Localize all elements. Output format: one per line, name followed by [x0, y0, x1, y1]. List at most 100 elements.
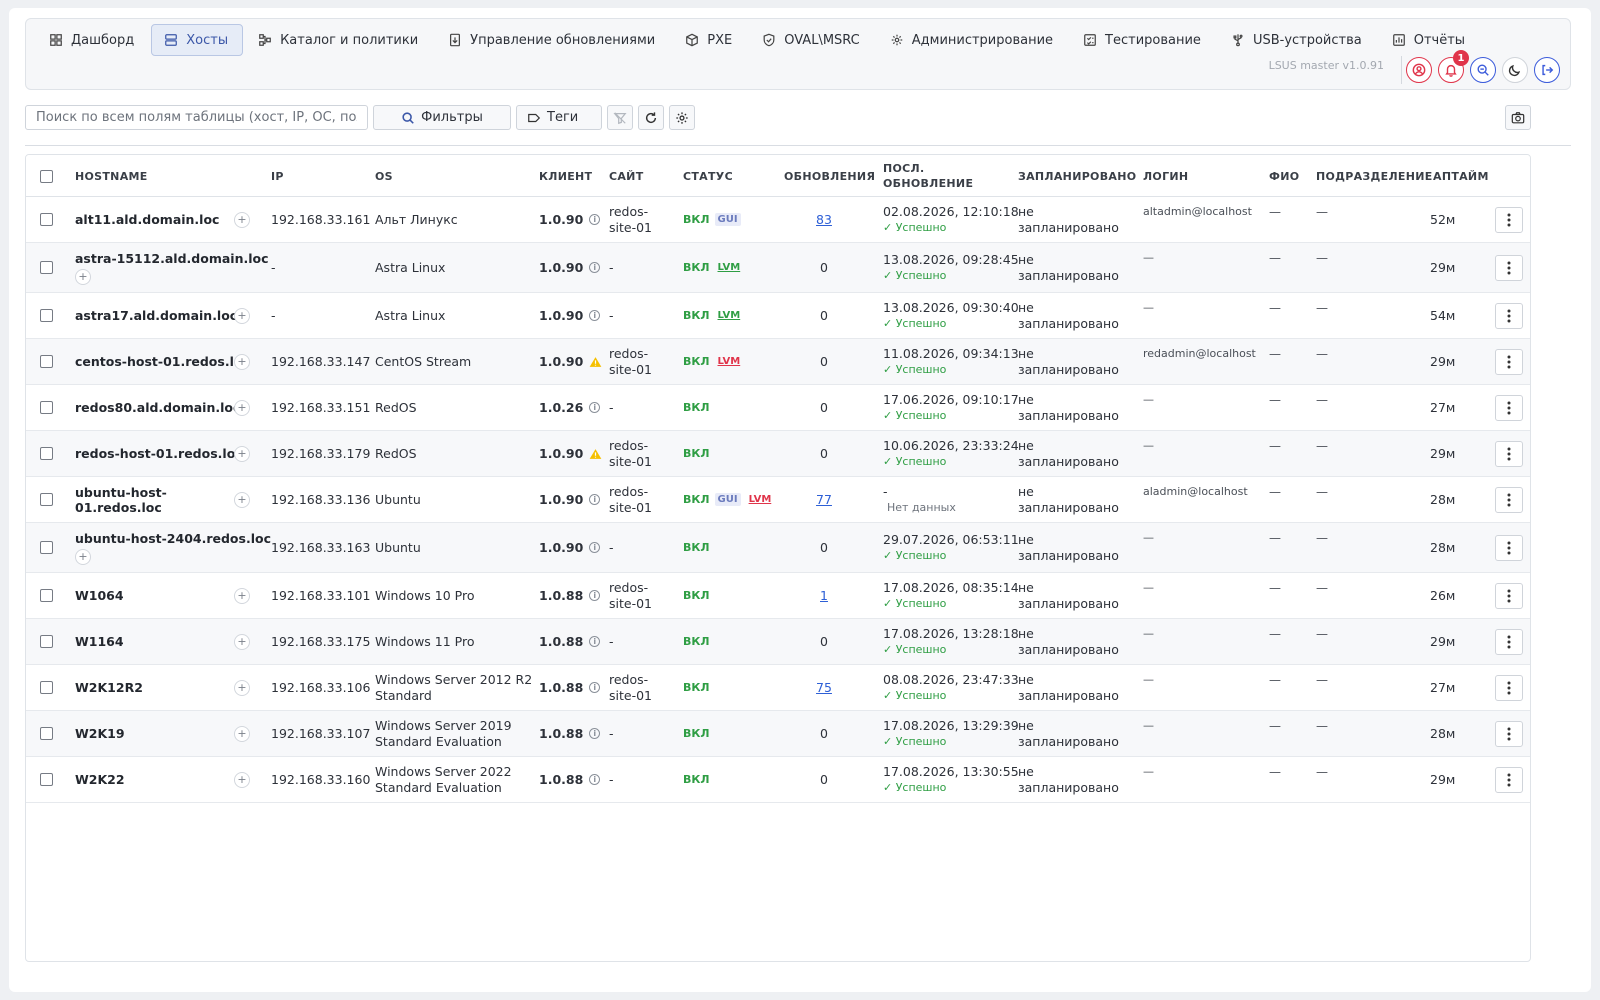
- add-tag-button[interactable]: +: [234, 445, 250, 462]
- lvm-tag[interactable]: LVM: [746, 493, 775, 506]
- info-icon[interactable]: i: [589, 728, 601, 739]
- add-tag-button[interactable]: +: [234, 491, 250, 508]
- nav-item-1[interactable]: Хосты: [151, 24, 244, 56]
- warning-icon[interactable]: [589, 448, 602, 460]
- hostname[interactable]: W2K19: [75, 726, 125, 741]
- add-tag-button[interactable]: +: [234, 633, 250, 650]
- row-checkbox[interactable]: [40, 589, 53, 602]
- table-row[interactable]: W2K19 +192.168.33.107 Windows Server 2019 S…: [26, 711, 1530, 757]
- col-client[interactable]: КЛИЕНТ: [539, 155, 592, 197]
- info-icon[interactable]: i: [589, 774, 601, 785]
- row-menu-button[interactable]: [1495, 720, 1523, 747]
- row-checkbox[interactable]: [40, 541, 53, 554]
- nav-item-7[interactable]: Тестирование: [1070, 24, 1216, 56]
- row-checkbox[interactable]: [40, 681, 53, 694]
- info-icon[interactable]: i: [589, 636, 601, 647]
- row-checkbox[interactable]: [40, 401, 53, 414]
- info-icon[interactable]: i: [589, 542, 601, 553]
- hostname[interactable]: W1064: [75, 588, 124, 603]
- hostname[interactable]: W2K22: [75, 772, 125, 787]
- user-profile-button[interactable]: [1406, 57, 1432, 83]
- row-menu-button[interactable]: [1495, 582, 1523, 609]
- hostname[interactable]: centos-host-01.redos.loc: [75, 354, 250, 369]
- info-icon[interactable]: i: [589, 494, 601, 505]
- nav-item-8[interactable]: USB-устройства: [1218, 24, 1377, 56]
- row-checkbox[interactable]: [40, 261, 53, 274]
- table-row[interactable]: redos-host-01.redos.loc +192.168.33.179 Re…: [26, 431, 1530, 477]
- info-icon[interactable]: i: [589, 402, 601, 413]
- row-checkbox[interactable]: [40, 727, 53, 740]
- hostname[interactable]: astra17.ald.domain.loc: [75, 308, 237, 323]
- table-search-input[interactable]: [25, 105, 368, 130]
- col-status[interactable]: СТАТУС: [683, 155, 733, 197]
- add-tag-button[interactable]: +: [234, 211, 250, 228]
- col-ip[interactable]: IP: [271, 155, 284, 197]
- row-menu-button[interactable]: [1495, 440, 1523, 467]
- add-tag-button[interactable]: +: [234, 587, 250, 604]
- refresh-button[interactable]: [638, 105, 664, 130]
- col-uptime[interactable]: АПТАЙМ: [1433, 155, 1489, 197]
- hostname[interactable]: astra-15112.ald.domain.loc: [75, 251, 269, 266]
- table-row[interactable]: redos80.ald.domain.loc +192.168.33.151 Red…: [26, 385, 1530, 431]
- screenshot-button[interactable]: [1505, 105, 1531, 130]
- tags-button[interactable]: Теги: [516, 105, 602, 130]
- hostname[interactable]: redos-host-01.redos.loc: [75, 446, 243, 461]
- row-menu-button[interactable]: [1495, 628, 1523, 655]
- add-tag-button[interactable]: +: [234, 307, 250, 324]
- table-settings-button[interactable]: [669, 105, 695, 130]
- col-site[interactable]: САЙТ: [609, 155, 644, 197]
- nav-item-5[interactable]: OVAL\MSRC: [749, 24, 875, 56]
- nav-item-2[interactable]: Каталог и политики: [245, 24, 433, 56]
- table-row[interactable]: astra-15112.ald.domain.loc + - Astra Linux 1…: [26, 243, 1530, 293]
- clear-filters-button[interactable]: [607, 105, 633, 130]
- table-row[interactable]: alt11.ald.domain.loc +192.168.33.161 Альт …: [26, 197, 1530, 243]
- updates-count-link[interactable]: 83: [816, 212, 832, 227]
- hostname[interactable]: W2K12R2: [75, 680, 143, 695]
- row-menu-button[interactable]: [1495, 534, 1523, 561]
- col-hostname[interactable]: HOSTNAME: [75, 155, 148, 197]
- info-icon[interactable]: i: [589, 310, 601, 321]
- add-tag-button[interactable]: +: [75, 268, 91, 285]
- info-icon[interactable]: i: [589, 262, 601, 273]
- nav-item-4[interactable]: PXE: [672, 24, 747, 56]
- row-menu-button[interactable]: [1495, 206, 1523, 233]
- info-icon[interactable]: i: [589, 590, 601, 601]
- info-icon[interactable]: i: [589, 682, 601, 693]
- row-checkbox[interactable]: [40, 493, 53, 506]
- updates-count-link[interactable]: 1: [820, 588, 828, 603]
- select-all-checkbox[interactable]: [40, 169, 53, 183]
- row-checkbox[interactable]: [40, 773, 53, 786]
- col-login[interactable]: ЛОГИН: [1143, 155, 1188, 197]
- hostname[interactable]: alt11.ald.domain.loc: [75, 212, 219, 227]
- col-scheduled[interactable]: ЗАПЛАНИРОВАНО: [1018, 155, 1136, 197]
- row-checkbox[interactable]: [40, 447, 53, 460]
- col-fio[interactable]: ФИО: [1269, 155, 1299, 197]
- hostname[interactable]: ubuntu-host-01.redos.loc: [75, 485, 253, 515]
- filters-button[interactable]: Фильтры: [373, 105, 511, 130]
- col-os[interactable]: OS: [375, 155, 393, 197]
- row-menu-button[interactable]: [1495, 348, 1523, 375]
- lvm-tag[interactable]: LVM: [715, 261, 744, 274]
- hostname[interactable]: W1164: [75, 634, 124, 649]
- notifications-button[interactable]: 1: [1438, 50, 1469, 83]
- table-row[interactable]: ubuntu-host-2404.redos.loc +192.168.33.16…: [26, 523, 1530, 573]
- table-row[interactable]: W1064 +192.168.33.101 Windows 10 Pro 1.0.88…: [26, 573, 1530, 619]
- lvm-tag[interactable]: LVM: [715, 309, 744, 322]
- add-tag-button[interactable]: +: [234, 399, 250, 416]
- warning-icon[interactable]: [589, 356, 602, 368]
- row-menu-button[interactable]: [1495, 254, 1523, 281]
- add-tag-button[interactable]: +: [75, 548, 91, 565]
- col-department[interactable]: ПОДРАЗДЕЛЕНИЕ: [1316, 155, 1433, 197]
- logout-button[interactable]: [1534, 57, 1560, 83]
- table-row[interactable]: W2K12R2 +192.168.33.106 Windows Server 201…: [26, 665, 1530, 711]
- row-menu-button[interactable]: [1495, 486, 1523, 513]
- add-tag-button[interactable]: +: [234, 771, 250, 788]
- table-row[interactable]: ubuntu-host-01.redos.loc +192.168.33.136 U…: [26, 477, 1530, 523]
- add-tag-button[interactable]: +: [234, 679, 250, 696]
- row-checkbox[interactable]: [40, 213, 53, 226]
- nav-item-6[interactable]: Администрирование: [877, 24, 1068, 56]
- row-menu-button[interactable]: [1495, 674, 1523, 701]
- theme-toggle-button[interactable]: [1502, 57, 1528, 83]
- add-tag-button[interactable]: +: [234, 725, 250, 742]
- row-menu-button[interactable]: [1495, 302, 1523, 329]
